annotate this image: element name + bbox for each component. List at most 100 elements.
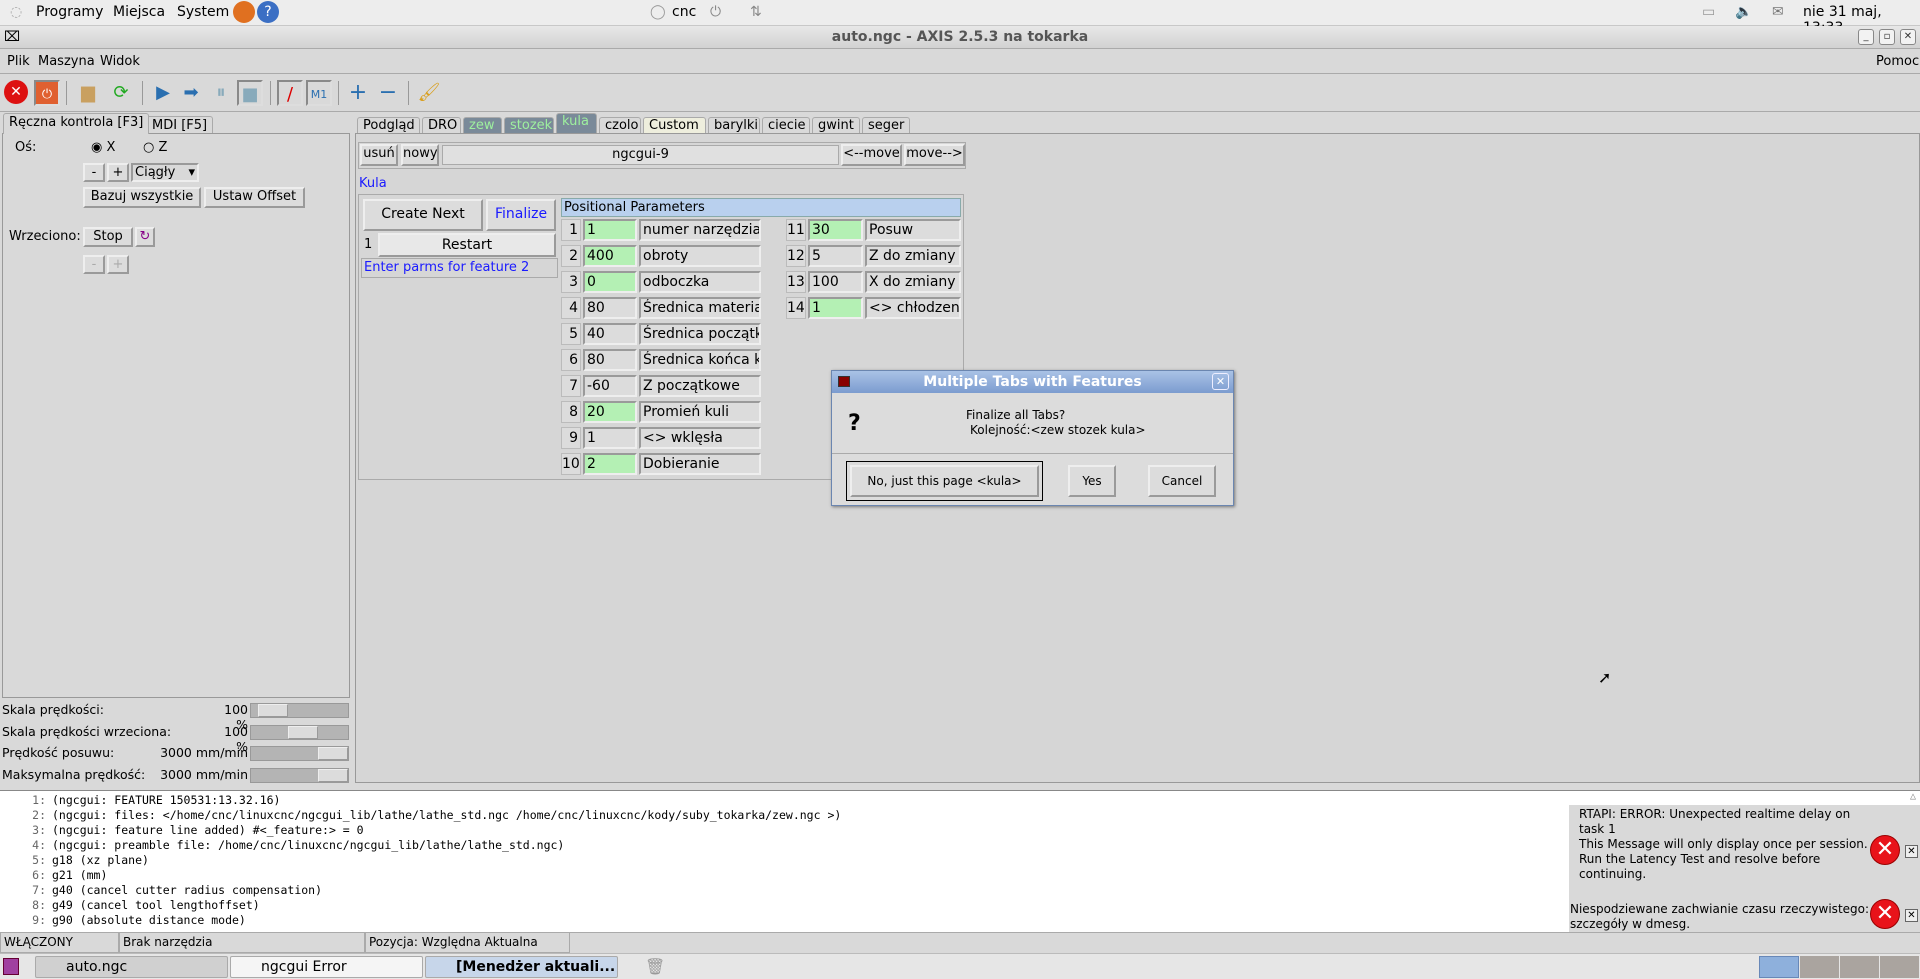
spindle-plus-button[interactable]: +	[107, 255, 129, 274]
open-folder-icon[interactable]: ▆	[75, 80, 101, 106]
cancel-button[interactable]: Cancel	[1148, 465, 1216, 497]
menu-maszyna[interactable]: Maszyna	[38, 54, 95, 69]
volume-icon[interactable]: 🔈	[1735, 4, 1752, 20]
tab-podgląd[interactable]: Podgląd	[357, 117, 420, 134]
jog-mode-select[interactable]: Ciągły ▾	[131, 163, 199, 182]
param-value-input[interactable]: 20	[583, 401, 637, 423]
set-offset-button[interactable]: Ustaw Offset	[204, 187, 305, 208]
user-name[interactable]: cnc	[672, 4, 696, 20]
slider-thumb[interactable]	[318, 768, 348, 782]
param-value-input[interactable]: 0	[583, 271, 637, 293]
trash-icon[interactable]: 🗑	[645, 957, 665, 976]
param-value-input[interactable]: 1	[583, 427, 637, 449]
slider-thumb[interactable]	[318, 747, 348, 760]
run-icon[interactable]: ▶	[150, 80, 176, 106]
task-auto-ngc[interactable]: auto.ngc	[35, 956, 228, 978]
dialog-close-button[interactable]: ✕	[1212, 373, 1229, 390]
task-ngcgui-error[interactable]: ngcgui Error	[230, 956, 423, 978]
param-value-input[interactable]: 80	[583, 349, 637, 371]
tab-custom[interactable]: Custom	[643, 117, 706, 134]
axis-x-radio[interactable]: ◉ X	[91, 140, 115, 155]
spindle-stop-button[interactable]: Stop	[83, 227, 133, 247]
dialog-menu-icon[interactable]	[838, 376, 850, 387]
param-value-input[interactable]: 40	[583, 323, 637, 345]
yes-button[interactable]: Yes	[1068, 465, 1116, 497]
param-value-input[interactable]: 100	[808, 271, 863, 293]
block-delete-icon[interactable]: /	[277, 80, 303, 106]
reload-icon[interactable]: ⟳	[108, 80, 134, 106]
slider-1[interactable]	[250, 724, 349, 740]
show-desktop-icon[interactable]	[3, 958, 19, 975]
chat-icon[interactable]: ◯	[650, 4, 666, 20]
tab-manual-control[interactable]: Ręczna kontrola [F3]	[3, 113, 150, 134]
workspace-4[interactable]	[1880, 956, 1919, 978]
clear-plot-icon[interactable]: 🖌	[416, 80, 442, 106]
param-value-input[interactable]: -60	[583, 375, 637, 397]
jog-minus-button[interactable]: -	[83, 163, 105, 182]
axis-z-radio[interactable]: ○ Z	[143, 140, 167, 155]
help-icon[interactable]: ?	[257, 1, 279, 23]
power-toggle-icon[interactable]: ⏻	[34, 80, 60, 106]
menu-programy[interactable]: Programy	[36, 4, 103, 20]
menu-miejsca[interactable]: Miejsca	[113, 4, 165, 20]
remove-button[interactable]: usuń	[360, 144, 398, 166]
mail-icon[interactable]: ✉	[1772, 4, 1784, 20]
param-value-input[interactable]: 30	[808, 219, 863, 241]
workspace-1[interactable]	[1759, 956, 1799, 978]
create-next-button[interactable]: Create Next	[363, 199, 483, 231]
scroll-up-icon[interactable]: △	[1910, 791, 1916, 802]
menu-system[interactable]: System	[177, 4, 229, 20]
tab-barylki[interactable]: barylki	[708, 117, 760, 134]
step-icon[interactable]: ➡	[178, 80, 204, 106]
home-all-button[interactable]: Bazuj wszystkie	[83, 187, 201, 208]
slider-thumb[interactable]	[257, 704, 288, 717]
maximize-button[interactable]: ▫	[1879, 29, 1895, 45]
optional-stop-icon[interactable]: M1	[306, 80, 332, 106]
subroutine-name-field[interactable]: ngcgui-9	[442, 145, 839, 165]
param-value-input[interactable]: 80	[583, 297, 637, 319]
tab-seger[interactable]: seger	[862, 117, 910, 134]
estop-icon[interactable]: ✕	[4, 80, 28, 104]
tab-czolo[interactable]: czolo	[599, 117, 641, 134]
power-icon[interactable]: ⏻	[710, 4, 721, 20]
task-update-manager[interactable]: [Menedżer aktuali...	[425, 956, 618, 978]
param-value-input[interactable]: 1	[808, 297, 863, 319]
tab-kula[interactable]: kula	[556, 113, 597, 134]
display-icon[interactable]: ▭	[1702, 4, 1715, 20]
tab-mdi[interactable]: MDI [F5]	[146, 116, 214, 134]
restart-button[interactable]: Restart	[378, 233, 556, 257]
close-button[interactable]: ✕	[1900, 29, 1916, 45]
finalize-button[interactable]: Finalize	[486, 199, 556, 231]
param-value-input[interactable]: 1	[583, 219, 637, 241]
param-value-input[interactable]: 2	[583, 453, 637, 475]
spindle-rotate-icon[interactable]: ↻	[135, 227, 155, 247]
zoom-in-icon[interactable]: +	[345, 80, 371, 106]
stop-icon[interactable]: ■	[237, 80, 263, 106]
slider-2[interactable]	[250, 746, 349, 761]
slider-0[interactable]	[250, 703, 349, 718]
workspace-3[interactable]	[1840, 956, 1879, 978]
minimize-button[interactable]: _	[1858, 29, 1874, 45]
move-right-button[interactable]: move-->	[904, 144, 965, 166]
slider-thumb[interactable]	[287, 725, 318, 739]
slider-3[interactable]	[250, 767, 349, 783]
network-icon[interactable]: ⇅	[750, 4, 762, 20]
workspace-2[interactable]	[1800, 956, 1839, 978]
tab-stozek[interactable]: stozek	[504, 117, 554, 134]
tab-dro[interactable]: DRO	[422, 117, 461, 134]
menu-pomoc[interactable]: Pomoc	[1876, 54, 1919, 69]
menu-widok[interactable]: Widok	[100, 54, 140, 69]
spindle-minus-button[interactable]: -	[83, 255, 105, 274]
no-just-this-page-button[interactable]: No, just this page <kula>	[850, 465, 1039, 497]
new-button[interactable]: nowy	[401, 144, 439, 166]
dismiss-error-button[interactable]: ✕	[1905, 845, 1918, 858]
dismiss-error-button[interactable]: ✕	[1905, 909, 1918, 922]
menu-plik[interactable]: Plik	[7, 54, 30, 69]
pause-icon[interactable]: ⏸	[208, 80, 234, 106]
tab-ciecie[interactable]: ciecie	[762, 117, 810, 134]
tab-gwint[interactable]: gwint	[812, 117, 860, 134]
firefox-icon[interactable]	[233, 1, 255, 23]
zoom-out-icon[interactable]: −	[375, 80, 401, 106]
move-left-button[interactable]: <--move	[841, 144, 902, 166]
tab-zew[interactable]: zew	[463, 117, 502, 134]
